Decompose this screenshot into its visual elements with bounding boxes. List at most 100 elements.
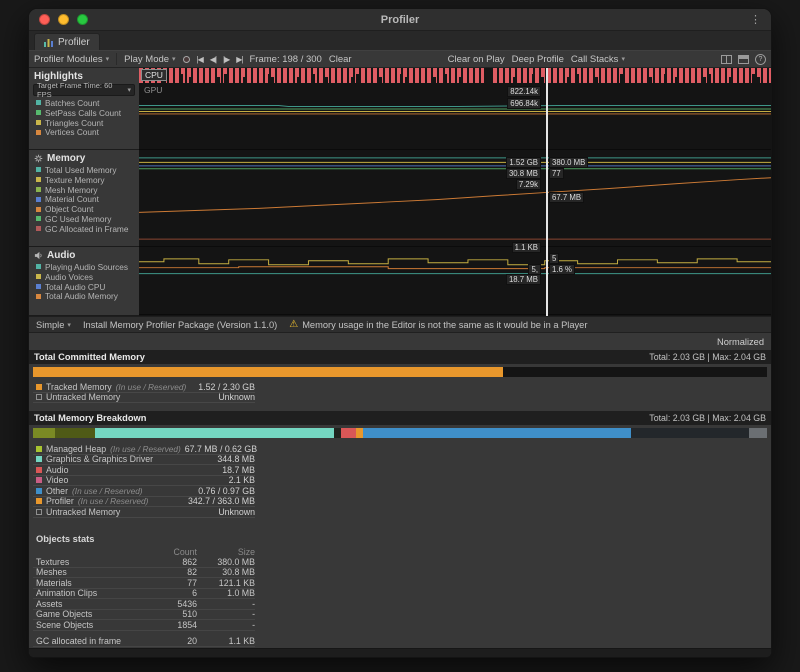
section-totals: Total: 2.03 GB | Max: 2.04 GB bbox=[649, 352, 766, 362]
save-icon[interactable] bbox=[738, 55, 749, 64]
legend-label: Total Audio CPU bbox=[45, 282, 105, 292]
legend-vertices-count[interactable]: Vertices Count bbox=[29, 127, 139, 137]
install-memory-profiler-button[interactable]: Install Memory Profiler Package (Version… bbox=[83, 320, 277, 330]
chart-value-label: 67.7 MB bbox=[549, 192, 584, 203]
row-label: Meshes bbox=[36, 567, 145, 577]
legend-label: Object Count bbox=[45, 204, 93, 214]
help-icon[interactable]: ? bbox=[755, 54, 766, 65]
legend-texture-memory[interactable]: Texture Memory bbox=[29, 175, 139, 185]
toolbar-separator bbox=[116, 53, 117, 65]
cpu-track-label[interactable]: CPU bbox=[141, 69, 167, 81]
count-column-header: Count bbox=[145, 547, 197, 557]
legend-audio-voices[interactable]: Audio Voices bbox=[29, 272, 139, 282]
row-label: Textures bbox=[36, 557, 145, 567]
row-count: 77 bbox=[145, 578, 197, 588]
legend-label: Playing Audio Sources bbox=[45, 262, 128, 272]
legend-label: Vertices Count bbox=[45, 127, 99, 137]
title-bar: Profiler ⋮ bbox=[29, 9, 771, 31]
chevron-down-icon: ▾ bbox=[127, 86, 131, 94]
legend-total-audio-memory[interactable]: Total Audio Memory bbox=[29, 291, 139, 301]
row-count: 6 bbox=[145, 588, 197, 598]
audio-chart-band[interactable] bbox=[139, 247, 771, 315]
row-size: - bbox=[197, 620, 255, 630]
module-audio-header[interactable]: Audio bbox=[29, 247, 139, 262]
overflow-menu-icon[interactable]: ⋮ bbox=[750, 13, 761, 26]
legend-triangles-count[interactable]: Triangles Count bbox=[29, 118, 139, 128]
legend-material-count[interactable]: Material Count bbox=[29, 194, 139, 204]
play-mode-dropdown[interactable]: Play Mode ▾ bbox=[124, 54, 175, 65]
chart-value-label: 1.6 % bbox=[549, 264, 575, 275]
modules-sidebar: Highlights Target Frame Time: 60 FPS ▾ B… bbox=[29, 68, 139, 316]
memory-chart-band[interactable] bbox=[139, 150, 771, 247]
legend-label: Material Count bbox=[45, 194, 99, 204]
legend-label: Total Audio Memory bbox=[45, 291, 118, 301]
zoom-window-button[interactable] bbox=[77, 14, 88, 25]
legend-label: Mesh Memory bbox=[45, 185, 98, 195]
deep-profile-button[interactable]: Deep Profile bbox=[512, 54, 564, 65]
next-frame-button[interactable]: |▶ bbox=[223, 55, 229, 64]
module-memory: Memory Total Used Memory Texture Memory … bbox=[29, 150, 139, 247]
row-color-swatch bbox=[36, 488, 42, 494]
section-title: Total Memory Breakdown bbox=[34, 413, 146, 423]
video-row: Video2.1 KB bbox=[33, 476, 255, 487]
row-label: Assets bbox=[36, 599, 145, 609]
memory-bar-segment bbox=[363, 428, 631, 438]
legend-color-swatch bbox=[36, 100, 41, 105]
legend-color-swatch bbox=[36, 197, 41, 202]
first-frame-button[interactable]: |◀ bbox=[197, 55, 203, 64]
row-count: 862 bbox=[145, 557, 197, 567]
row-value: Unknown bbox=[218, 392, 255, 402]
last-frame-button[interactable]: ▶| bbox=[236, 55, 242, 64]
legend-total-used-memory[interactable]: Total Used Memory bbox=[29, 165, 139, 175]
clear-button[interactable]: Clear bbox=[329, 54, 352, 65]
legend-color-swatch bbox=[36, 187, 41, 192]
legend-gc-allocated-in-frame[interactable]: GC Allocated in Frame bbox=[29, 224, 139, 234]
legend-object-count[interactable]: Object Count bbox=[29, 204, 139, 214]
normalized-toggle[interactable]: Normalized bbox=[33, 333, 767, 350]
legend-total-audio-cpu[interactable]: Total Audio CPU bbox=[29, 282, 139, 292]
module-title: Memory bbox=[47, 153, 85, 164]
target-frame-time-dropdown[interactable]: Target Frame Time: 60 FPS ▾ bbox=[33, 84, 135, 96]
record-button[interactable] bbox=[183, 56, 190, 63]
gpu-track-label[interactable]: GPU bbox=[144, 85, 162, 95]
previous-frame-button[interactable]: ◀| bbox=[210, 55, 216, 64]
profiler-window: Profiler ⋮ Profiler Profiler Modules ▾ P… bbox=[28, 8, 772, 658]
chart-value-label: 1.1 KB bbox=[512, 242, 541, 253]
current-frame-playhead[interactable] bbox=[546, 68, 548, 316]
legend-setpass-calls-count[interactable]: SetPass Calls Count bbox=[29, 108, 139, 118]
module-title: Audio bbox=[47, 250, 75, 261]
row-label: Profiler bbox=[46, 496, 74, 506]
memory-module-statusbar: Simple ▾ Install Memory Profiler Package… bbox=[29, 316, 771, 333]
traffic-lights bbox=[39, 14, 88, 25]
close-window-button[interactable] bbox=[39, 14, 50, 25]
warning-icon: ⚠ bbox=[289, 319, 298, 330]
row-size: 380.0 MB bbox=[197, 557, 255, 567]
row-label: Materials bbox=[36, 578, 145, 588]
call-stacks-dropdown[interactable]: Call Stacks ▾ bbox=[571, 54, 625, 65]
chart-value-label: 696.84k bbox=[507, 98, 541, 109]
view-mode-dropdown[interactable]: Simple ▾ bbox=[36, 320, 71, 330]
legend-gc-used-memory[interactable]: GC Used Memory bbox=[29, 214, 139, 224]
chevron-down-icon: ▾ bbox=[106, 55, 110, 63]
legend-batches-count[interactable]: Batches Count bbox=[29, 98, 139, 108]
profiler-chart-area[interactable]: CPU GPU bbox=[139, 68, 771, 316]
minimize-window-button[interactable] bbox=[58, 14, 69, 25]
warning-text: Memory usage in the Editor is not the sa… bbox=[302, 320, 587, 330]
module-memory-header[interactable]: Memory bbox=[29, 150, 139, 165]
speaker-icon bbox=[34, 251, 43, 260]
highlights-chart-band[interactable]: CPU GPU bbox=[139, 68, 771, 150]
committed-memory-bar bbox=[33, 367, 767, 377]
memory-bar-segment bbox=[55, 428, 95, 438]
call-stacks-label: Call Stacks bbox=[571, 54, 619, 65]
gear-icon bbox=[34, 154, 43, 163]
profiler-modules-dropdown[interactable]: Profiler Modules ▾ bbox=[34, 54, 109, 65]
legend-color-swatch bbox=[36, 167, 41, 172]
memory-breakdown-bar bbox=[33, 428, 767, 438]
chart-value-label: 5 bbox=[549, 253, 559, 264]
tab-profiler[interactable]: Profiler bbox=[34, 33, 100, 50]
legend-playing-audio-sources[interactable]: Playing Audio Sources bbox=[29, 262, 139, 272]
legend-mesh-memory[interactable]: Mesh Memory bbox=[29, 185, 139, 195]
split-view-icon[interactable] bbox=[721, 55, 732, 64]
row-count: 1854 bbox=[145, 620, 197, 630]
clear-on-play-button[interactable]: Clear on Play bbox=[448, 54, 505, 65]
